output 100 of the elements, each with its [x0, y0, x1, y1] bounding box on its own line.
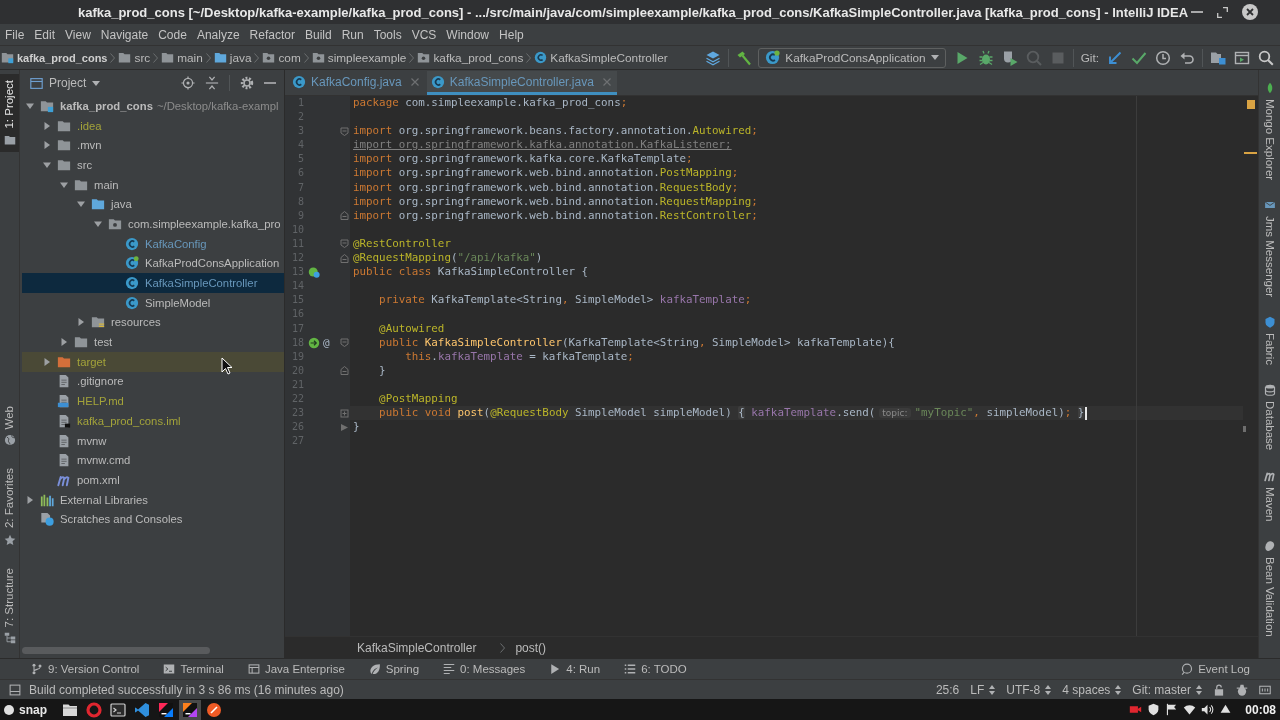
hammer-icon[interactable]	[736, 49, 753, 66]
project-view-dropdown[interactable]: Project	[30, 76, 101, 90]
branch-widget[interactable]: Git: master	[1132, 682, 1202, 697]
tree-arrow-icon[interactable]	[26, 101, 34, 110]
speaker-icon[interactable]	[1201, 703, 1215, 716]
tree-arrow-icon[interactable]	[43, 141, 51, 150]
fold-marker-icon[interactable]	[339, 408, 349, 418]
tree-item[interactable]: resources	[22, 312, 284, 333]
tree-item[interactable]: SimpleModel	[22, 292, 284, 313]
layers-icon[interactable]	[705, 49, 722, 66]
menu-item[interactable]: Tools	[368, 24, 407, 45]
tool-window-button[interactable]: 4: Run	[549, 663, 601, 675]
breadcrumb[interactable]: KafkaSimpleController	[534, 50, 668, 65]
tree-item[interactable]: kafka_prod_cons ~/Desktop/kafka-exampl	[22, 96, 284, 116]
tool-window-tab[interactable]: Database	[1262, 384, 1277, 451]
indent-widget[interactable]: 4 spaces	[1062, 682, 1122, 697]
shield-play-icon[interactable]	[1001, 49, 1018, 66]
tree-item[interactable]: main	[22, 174, 284, 195]
fold-marker-icon[interactable]	[339, 253, 349, 263]
memory-icon[interactable]	[1259, 683, 1271, 696]
tree-arrow-icon[interactable]	[60, 180, 68, 189]
breadcrumb[interactable]: com	[262, 50, 301, 65]
tree-item[interactable]: mvnw.cmd	[22, 450, 284, 471]
tool-window-tab[interactable]: Mongo Explorer	[1262, 82, 1277, 181]
tree-item[interactable]: KafkaSimpleController	[22, 273, 284, 293]
menu-item[interactable]: Run	[336, 24, 369, 45]
tree-item[interactable]: KafkaConfig	[22, 233, 284, 254]
tree-item[interactable]: .gitignore	[22, 371, 284, 392]
bean-icon[interactable]	[308, 266, 320, 279]
tree-arrow-icon[interactable]	[43, 121, 51, 130]
restore-icon[interactable]	[1217, 6, 1228, 18]
tool-window-tab[interactable]: 7: Structure	[0, 561, 19, 650]
close-icon[interactable]	[1242, 4, 1258, 20]
menu-item[interactable]: Refactor	[244, 24, 300, 45]
shield-icon[interactable]	[1147, 703, 1161, 716]
tree-arrow-icon[interactable]	[43, 160, 51, 169]
editor-tab[interactable]: KafkaSimpleController.java	[426, 71, 617, 95]
tree-arrow-icon[interactable]	[94, 219, 102, 228]
tool-window-tab[interactable]: 2: Favorites	[0, 462, 19, 552]
breadcrumb[interactable]: kafka_prod_cons	[417, 50, 524, 65]
tree-item[interactable]: target	[22, 351, 284, 372]
fold-marker-icon[interactable]	[339, 211, 349, 221]
fold-marker-icon[interactable]	[339, 126, 349, 136]
menu-item[interactable]: File	[0, 24, 30, 45]
menu-item[interactable]: Edit	[29, 24, 61, 45]
tree-arrow-icon[interactable]	[77, 318, 85, 327]
tree-arrow-icon[interactable]	[43, 357, 51, 366]
tool-window-button[interactable]: Java Enterprise	[247, 663, 345, 675]
slashed-circle-icon[interactable]	[206, 701, 222, 718]
square-logo-icon[interactable]	[179, 699, 201, 720]
menu-item[interactable]: Build	[299, 24, 337, 45]
menu-item[interactable]: Analyze	[191, 24, 245, 45]
tree-item[interactable]: HELP.md	[22, 391, 284, 411]
menu-item[interactable]: Help	[494, 24, 529, 45]
caret-position[interactable]: 25:6	[935, 682, 960, 697]
fold-marker-icon[interactable]	[339, 239, 349, 249]
tree-arrow-icon[interactable]	[26, 495, 34, 504]
window-icon[interactable]	[9, 683, 21, 696]
run-configuration-dropdown[interactable]: KafkaProdConsApplication	[758, 47, 946, 68]
horizontal-scrollbar[interactable]	[22, 647, 210, 654]
breadcrumb[interactable]: post()	[515, 640, 547, 655]
tree-item[interactable]: com.simpleexample.kafka_pro	[22, 214, 284, 234]
search-icon[interactable]	[1258, 49, 1274, 66]
tool-window-button[interactable]: 0: Messages	[443, 663, 526, 675]
tool-window-tab[interactable]: Fabric	[1262, 316, 1277, 366]
start-menu-button[interactable]: snap	[4, 702, 47, 717]
menu-item[interactable]: VCS	[406, 24, 442, 45]
breadcrumb[interactable]: java	[213, 50, 252, 65]
square-logo-icon[interactable]	[158, 701, 174, 718]
tool-window-tab[interactable]: Web	[0, 400, 19, 453]
lock-icon[interactable]	[1213, 683, 1225, 696]
tool-window-tab[interactable]: Maven	[1262, 469, 1277, 522]
menu-item[interactable]: View	[60, 24, 96, 45]
tree-item[interactable]: Scratches and Consoles	[22, 509, 284, 530]
breadcrumb[interactable]: kafka_prod_cons	[1, 51, 108, 64]
tree-item[interactable]: mvnw	[22, 430, 284, 451]
tree-item[interactable]: kafka_prod_cons.iml	[22, 411, 284, 431]
tree-arrow-icon[interactable]	[60, 338, 68, 347]
breadcrumb[interactable]: main	[161, 50, 203, 65]
line-separator-widget[interactable]: LF	[970, 682, 996, 697]
terminal-icon[interactable]	[110, 701, 126, 718]
tree-item[interactable]: java	[22, 194, 284, 215]
breadcrumb[interactable]: src	[118, 50, 151, 65]
menu-item[interactable]: Code	[153, 24, 192, 45]
menu-item[interactable]: Window	[441, 24, 495, 45]
bug-icon[interactable]	[977, 49, 994, 66]
tool-window-tab[interactable]: Bean Validation	[1262, 540, 1277, 637]
warning-mark-icon[interactable]	[1244, 152, 1257, 155]
ribbon-icon[interactable]	[134, 701, 150, 718]
fold-marker-icon[interactable]	[339, 338, 349, 348]
tool-window-button[interactable]: Terminal	[163, 663, 224, 675]
collapse-icon[interactable]	[205, 76, 219, 90]
tree-item[interactable]: test	[22, 332, 284, 352]
menu-item[interactable]: Navigate	[95, 24, 154, 45]
tree-item[interactable]: pom.xml	[22, 470, 284, 490]
tool-window-tab[interactable]: 1: Project	[0, 74, 19, 152]
tree-item[interactable]: .mvn	[22, 135, 284, 156]
tree-item[interactable]: External Libraries	[22, 489, 284, 510]
crosshair-icon[interactable]	[181, 76, 195, 90]
tool-window-button[interactable]: 9: Version Control	[31, 663, 140, 675]
